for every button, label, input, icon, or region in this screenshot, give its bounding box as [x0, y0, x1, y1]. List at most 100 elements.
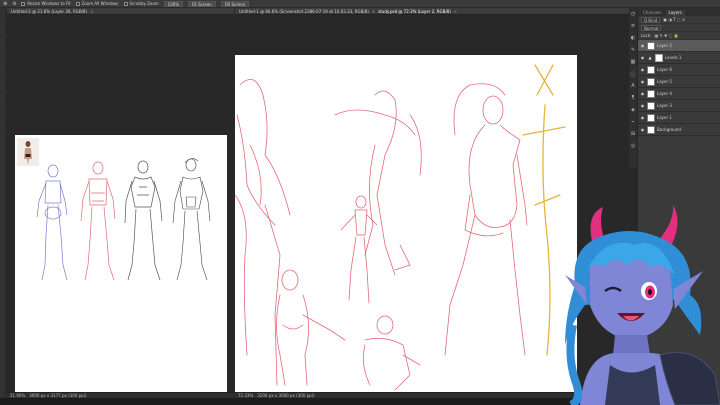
fill-screen-button[interactable]: Fill Screen: [220, 0, 250, 7]
lock-icons[interactable]: ▦ ✎ ✥ ⬚ 🔒: [654, 33, 678, 38]
paragraph-icon[interactable]: ¶: [629, 92, 637, 104]
zoom-all-windows-checkbox[interactable]: Zoom All Windows: [75, 1, 119, 6]
brush-settings-icon[interactable]: ✎: [629, 44, 637, 56]
visibility-eye-icon[interactable]: ◉: [640, 103, 645, 108]
visibility-eye-icon[interactable]: ◉: [640, 79, 645, 84]
layer-thumbnail: [647, 101, 655, 110]
layer-row[interactable]: ◉ Layer 3: [638, 100, 720, 112]
scrubby-zoom-checkbox[interactable]: Scrubby Zoom: [123, 1, 159, 6]
visibility-eye-icon[interactable]: ◉: [640, 67, 645, 72]
layer-name: Layer 1: [657, 115, 672, 120]
layer-thumbnail: [647, 65, 655, 74]
layer-row[interactable]: ◉ Layer 2: [638, 40, 720, 52]
lock-row: Lock: ▦ ✎ ✥ ⬚ 🔒: [638, 32, 720, 40]
gesture-sketch-drawing: [235, 64, 566, 391]
visibility-eye-icon[interactable]: ◉: [640, 55, 645, 60]
canvas-paper[interactable]: [15, 135, 227, 392]
close-icon[interactable]: ×: [90, 9, 93, 14]
document-tab[interactable]: Untitled-1 @ 66.6% (Screenshot 2386-07-1…: [235, 8, 635, 15]
kind-filter-select[interactable]: Q Kind: [641, 16, 661, 23]
layer-row[interactable]: ◉ Background: [638, 124, 720, 136]
history-icon[interactable]: ◷: [629, 8, 637, 20]
layer-name: Layer 4: [657, 91, 672, 96]
layer-row[interactable]: ◉ Layer 6: [638, 64, 720, 76]
layer-name: Levels 1: [665, 55, 682, 60]
layer-name: Layer 5: [657, 79, 672, 84]
canvas-paper[interactable]: [235, 55, 577, 392]
layer-thumbnail: [647, 77, 655, 86]
panel-tabs: Channels Layers: [638, 8, 720, 16]
marquee-tool[interactable]: [0, 22, 6, 36]
checkbox-box[interactable]: [123, 1, 128, 6]
glyphs-icon[interactable]: ◈: [629, 104, 637, 116]
type-tool[interactable]: [0, 92, 6, 106]
layer-thumbnail: [647, 125, 655, 134]
checkbox-label: Zoom All Windows: [81, 1, 119, 6]
swatches-icon[interactable]: ▦: [629, 56, 637, 68]
layer-name: Background: [657, 127, 681, 132]
options-bar: ⊕ ⊖ Resize Windows to Fit Zoom All Windo…: [0, 0, 720, 8]
fit-screen-button[interactable]: Fit Screen: [188, 0, 216, 7]
figure-study-drawing: [17, 138, 211, 281]
move-tool[interactable]: [0, 8, 6, 22]
document-tab-title: Untitled-1 @ 66.6% (Screenshot 2386-07-1…: [239, 8, 369, 14]
navigator-icon[interactable]: ⊞: [629, 128, 637, 140]
visibility-eye-icon[interactable]: ◉: [640, 43, 645, 48]
layer-list: ◉ Layer 2 ◉ ▲ Levels 1 ◉ Layer 6 ◉ Layer…: [638, 40, 720, 136]
neck: [613, 335, 650, 355]
levels-adjustment-icon: ▲: [648, 55, 652, 60]
brush-tool[interactable]: [0, 64, 6, 78]
layer-name: Layer 6: [657, 67, 672, 72]
zoom-in-icon[interactable]: ⊕: [3, 1, 7, 7]
layer-name: Layer 3: [657, 103, 672, 108]
layer-filter-row: Q Kind ▣ ◑ T ⬚ ⊙: [638, 16, 720, 24]
zoom-out-icon[interactable]: ⊖: [12, 1, 16, 7]
panel-dock: ◷ ≡ ◐ ✎ ▦ ⓘ A ¶ ◈ ⌁ ⊞ ◎: [629, 8, 637, 168]
layer-mask-thumbnail[interactable]: [655, 53, 663, 62]
checkbox-box[interactable]: [21, 1, 26, 6]
checkbox-box[interactable]: [75, 1, 80, 6]
layer-row[interactable]: ◉ ▲ Levels 1: [638, 52, 720, 64]
eraser-tool[interactable]: [0, 78, 6, 92]
document-tab-title-2: study.psd @ 72.3% (Layer 2, RGB/8): [378, 8, 451, 14]
crop-tool[interactable]: [0, 50, 6, 64]
canvas-area[interactable]: [7, 15, 234, 392]
layer-thumbnail: [647, 41, 655, 50]
character-icon[interactable]: A: [629, 80, 637, 92]
info-icon[interactable]: ⓘ: [629, 68, 637, 80]
layer-row[interactable]: ◉ Layer 1: [638, 112, 720, 124]
libraries-icon[interactable]: ◎: [629, 140, 637, 152]
properties-icon[interactable]: ≡: [629, 20, 637, 32]
braid: [566, 324, 583, 405]
layer-row[interactable]: ◉ Layer 5: [638, 76, 720, 88]
filter-icons[interactable]: ▣ ◑ T ⬚ ⊙: [663, 17, 685, 22]
layer-thumbnail: [647, 89, 655, 98]
checkbox-label: Resize Windows to Fit: [27, 1, 71, 6]
layer-name: Layer 2: [657, 43, 672, 48]
tab-channels[interactable]: Channels: [640, 10, 665, 16]
lasso-tool[interactable]: [0, 36, 6, 50]
close-icon[interactable]: ×: [454, 9, 457, 14]
resize-windows-checkbox[interactable]: Resize Windows to Fit: [21, 1, 71, 6]
tools-panel: [0, 8, 6, 398]
streamer-avatar: [565, 205, 720, 405]
blend-mode-select[interactable]: Normal: [641, 24, 662, 31]
close-icon[interactable]: ×: [372, 9, 375, 14]
blend-mode-row: Normal: [638, 24, 720, 32]
document-window-1: Untitled-2 @ 21.6% (Layer 26, RGB/8) × 2…: [7, 8, 234, 398]
zoom-100-button[interactable]: 100%: [163, 0, 184, 7]
hand-tool[interactable]: [0, 106, 6, 120]
zoom-tool[interactable]: [0, 120, 6, 134]
document-tab[interactable]: Untitled-2 @ 21.6% (Layer 26, RGB/8) ×: [7, 8, 234, 15]
visibility-eye-icon[interactable]: ◉: [640, 91, 645, 96]
layer-thumbnail: [647, 113, 655, 122]
visibility-eye-icon[interactable]: ◉: [640, 115, 645, 120]
document-tab-title: Untitled-2 @ 21.6% (Layer 26, RGB/8): [11, 8, 88, 14]
visibility-eye-icon[interactable]: ◉: [640, 127, 645, 132]
adjustments-icon[interactable]: ◐: [629, 32, 637, 44]
checkbox-label: Scrubby Zoom: [129, 1, 159, 6]
layer-row[interactable]: ◉ Layer 4: [638, 88, 720, 100]
tab-layers[interactable]: Layers: [665, 10, 685, 16]
lock-label: Lock:: [641, 33, 652, 38]
paths-icon[interactable]: ⌁: [629, 116, 637, 128]
